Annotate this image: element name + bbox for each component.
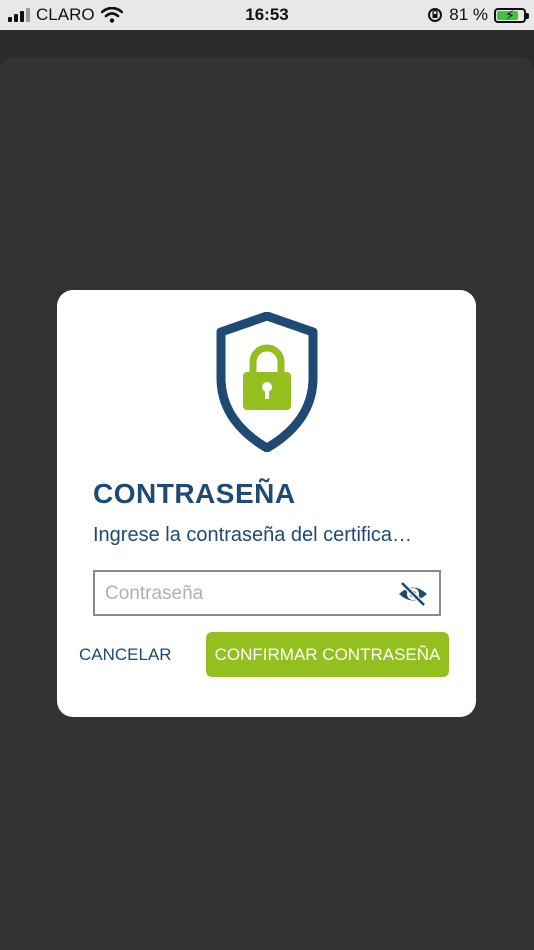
shield-lock-icon <box>216 312 318 452</box>
dialog-title: CONTRASEÑA <box>93 478 296 509</box>
eye-slash-icon[interactable] <box>397 580 429 608</box>
status-right: 81 % ⚡ <box>427 5 529 25</box>
cancel-button[interactable]: CANCELAR <box>79 645 172 665</box>
orientation-lock-icon <box>428 8 443 22</box>
battery-icon: ⚡ <box>494 7 529 23</box>
battery-percent: 81 % <box>449 5 488 24</box>
password-input[interactable] <box>103 580 387 608</box>
dialog-subtitle: Ingrese la contraseña del certifica… <box>93 524 413 546</box>
status-bar: CLARO 16:53 81 % ⚡ <box>0 0 534 30</box>
confirm-password-button[interactable]: CONFIRMAR CONTRASEÑA <box>206 632 449 677</box>
password-field[interactable] <box>93 570 441 616</box>
password-dialog: CONTRASEÑA Ingrese la contraseña del cer… <box>57 290 476 717</box>
